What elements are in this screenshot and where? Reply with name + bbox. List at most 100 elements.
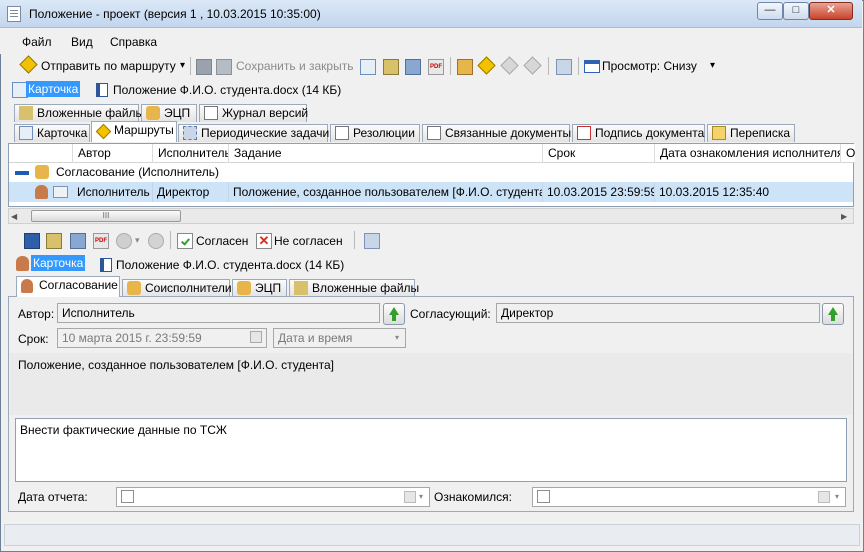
route-icon <box>95 123 112 140</box>
attached-file-link[interactable]: Положение Ф.И.О. студента.docx (14 КБ) <box>113 83 341 97</box>
registry-icon[interactable] <box>556 59 572 75</box>
chevron-down-icon[interactable]: ▾ <box>414 488 428 506</box>
card-label[interactable]: Карточка <box>31 255 86 271</box>
approver-select-button[interactable] <box>822 303 844 325</box>
word-doc-icon <box>100 258 112 272</box>
save-close-icon <box>216 59 232 75</box>
menu-view[interactable]: Вид <box>71 35 93 49</box>
toolbar-separator <box>450 57 451 75</box>
horizontal-scrollbar[interactable]: ◀ III ▶ <box>8 208 854 224</box>
deadline-field[interactable]: 10 марта 2015 г. 23:59:59 <box>57 328 267 348</box>
author-field[interactable]: Исполнитель <box>57 303 380 323</box>
group-users-icon <box>35 165 49 179</box>
deadline-type-select[interactable]: Дата и время <box>273 328 406 348</box>
toolbar-separator <box>548 57 549 75</box>
attach-icon[interactable] <box>383 59 399 75</box>
collapse-icon[interactable] <box>15 171 29 175</box>
toolbar-separator <box>170 231 171 249</box>
status-bar <box>4 524 860 546</box>
grid-header-blank <box>9 144 73 163</box>
scroll-left-icon[interactable]: ◀ <box>11 212 17 221</box>
print-icon[interactable] <box>405 59 421 75</box>
row-task: Положение, созданное пользователем [Ф.И.… <box>229 182 543 202</box>
person-icon <box>21 279 33 293</box>
calendar-icon[interactable] <box>818 491 830 503</box>
grid-header-executor[interactable]: Исполнитель <box>153 144 229 163</box>
row-deadline: 10.03.2015 23:59:59 <box>543 182 655 202</box>
attached-file-link[interactable]: Положение Ф.И.О. студента.docx (14 КБ) <box>116 258 344 272</box>
view-mode-button[interactable]: Просмотр: Снизу <box>602 59 697 73</box>
save-and-close-button[interactable]: Сохранить и закрыть <box>236 59 353 73</box>
card-label[interactable]: Карточка <box>26 81 81 97</box>
tab-attached-files[interactable]: Вложенные файлы <box>289 279 419 297</box>
disagree-button[interactable]: Не согласен <box>274 234 343 248</box>
menu-file[interactable]: Файл <box>22 35 52 49</box>
grid-header-task[interactable]: Задание <box>229 144 543 163</box>
tab-approval[interactable]: Согласование <box>16 276 120 297</box>
report-date-checkbox[interactable] <box>121 490 134 503</box>
print-icon[interactable] <box>70 233 86 249</box>
tab-document-signature[interactable]: Подпись документа <box>572 124 705 142</box>
send-by-route-dropdown[interactable]: ▾ <box>180 60 185 71</box>
scroll-thumb[interactable]: III <box>31 210 181 222</box>
chevron-down-icon[interactable]: ▾ <box>390 329 404 347</box>
chevron-down-icon[interactable]: ▾ <box>830 488 844 506</box>
tab-signature[interactable]: ЭЦП <box>141 104 197 122</box>
pdf-icon[interactable]: PDF <box>93 233 109 249</box>
author-select-button[interactable] <box>383 303 405 325</box>
tab-routes[interactable]: Маршруты <box>91 121 177 142</box>
paperclip-icon <box>294 281 308 295</box>
acquainted-label: Ознакомился: <box>434 490 512 504</box>
calendar-icon[interactable] <box>250 331 262 343</box>
attach-icon[interactable] <box>46 233 62 249</box>
close-button[interactable]: ✕ <box>809 2 853 20</box>
stop-icon[interactable] <box>148 233 164 249</box>
tab-periodic-tasks[interactable]: Периодические задачи <box>178 124 329 142</box>
grid-header-deadline[interactable]: Срок <box>543 144 655 163</box>
acquainted-field[interactable] <box>532 487 846 507</box>
lock-icon <box>146 106 160 120</box>
routes-grid: Автор Исполнитель Задание Срок Дата озна… <box>8 143 855 207</box>
send-dropdown[interactable]: ▾ <box>135 235 140 246</box>
approver-label: Согласующий: <box>410 307 491 321</box>
deadline-label: Срок: <box>18 332 49 346</box>
agree-icon <box>177 233 193 249</box>
row-author: Исполнитель <box>73 182 153 202</box>
periodic-icon <box>183 126 197 140</box>
key-icon[interactable] <box>457 59 473 75</box>
group-row-label[interactable]: Согласование (Исполнитель) <box>56 165 219 179</box>
registry-icon[interactable] <box>364 233 380 249</box>
tab-version-log[interactable]: Журнал версий <box>199 104 308 122</box>
send-icon[interactable] <box>116 233 132 249</box>
tab-attached-files[interactable]: Вложенные файлы <box>14 104 144 122</box>
tab-related-documents[interactable]: Связанные документы <box>422 124 571 142</box>
agree-button[interactable]: Согласен <box>196 234 248 248</box>
view-mode-dropdown[interactable]: ▾ <box>710 60 715 71</box>
approver-field[interactable]: Директор <box>496 303 820 323</box>
tab-signature[interactable]: ЭЦП <box>232 279 287 297</box>
report-date-label: Дата отчета: <box>18 490 88 504</box>
tab-card[interactable]: Карточка <box>14 124 90 142</box>
grid-header-ack-date[interactable]: Дата ознакомления исполнителя <box>655 144 841 163</box>
tab-coexecutors[interactable]: Соисполнители <box>122 279 232 297</box>
grid-header-author[interactable]: Автор <box>73 144 153 163</box>
lock-icon <box>237 281 251 295</box>
send-by-route-button[interactable]: Отправить по маршруту <box>41 59 176 73</box>
envelope-icon <box>53 186 68 198</box>
resolution-icon <box>335 126 349 140</box>
related-docs-icon <box>427 126 441 140</box>
pdf-icon[interactable]: PDF <box>428 59 444 75</box>
acquainted-checkbox[interactable] <box>537 490 550 503</box>
card-icon[interactable] <box>360 59 376 75</box>
maximize-button[interactable]: □ <box>783 2 809 20</box>
minimize-button[interactable]: — <box>757 2 783 20</box>
scroll-right-icon[interactable]: ▶ <box>841 212 847 221</box>
save-icon[interactable] <box>24 233 40 249</box>
menu-help[interactable]: Справка <box>110 35 157 49</box>
tab-correspondence[interactable]: Переписка <box>707 124 795 142</box>
row-ack-date: 10.03.2015 12:35:40 <box>659 185 770 199</box>
tab-resolutions[interactable]: Резолюции <box>330 124 420 142</box>
grid-header-more[interactable]: О <box>841 144 855 163</box>
word-doc-icon <box>96 83 108 97</box>
report-date-field[interactable] <box>116 487 430 507</box>
